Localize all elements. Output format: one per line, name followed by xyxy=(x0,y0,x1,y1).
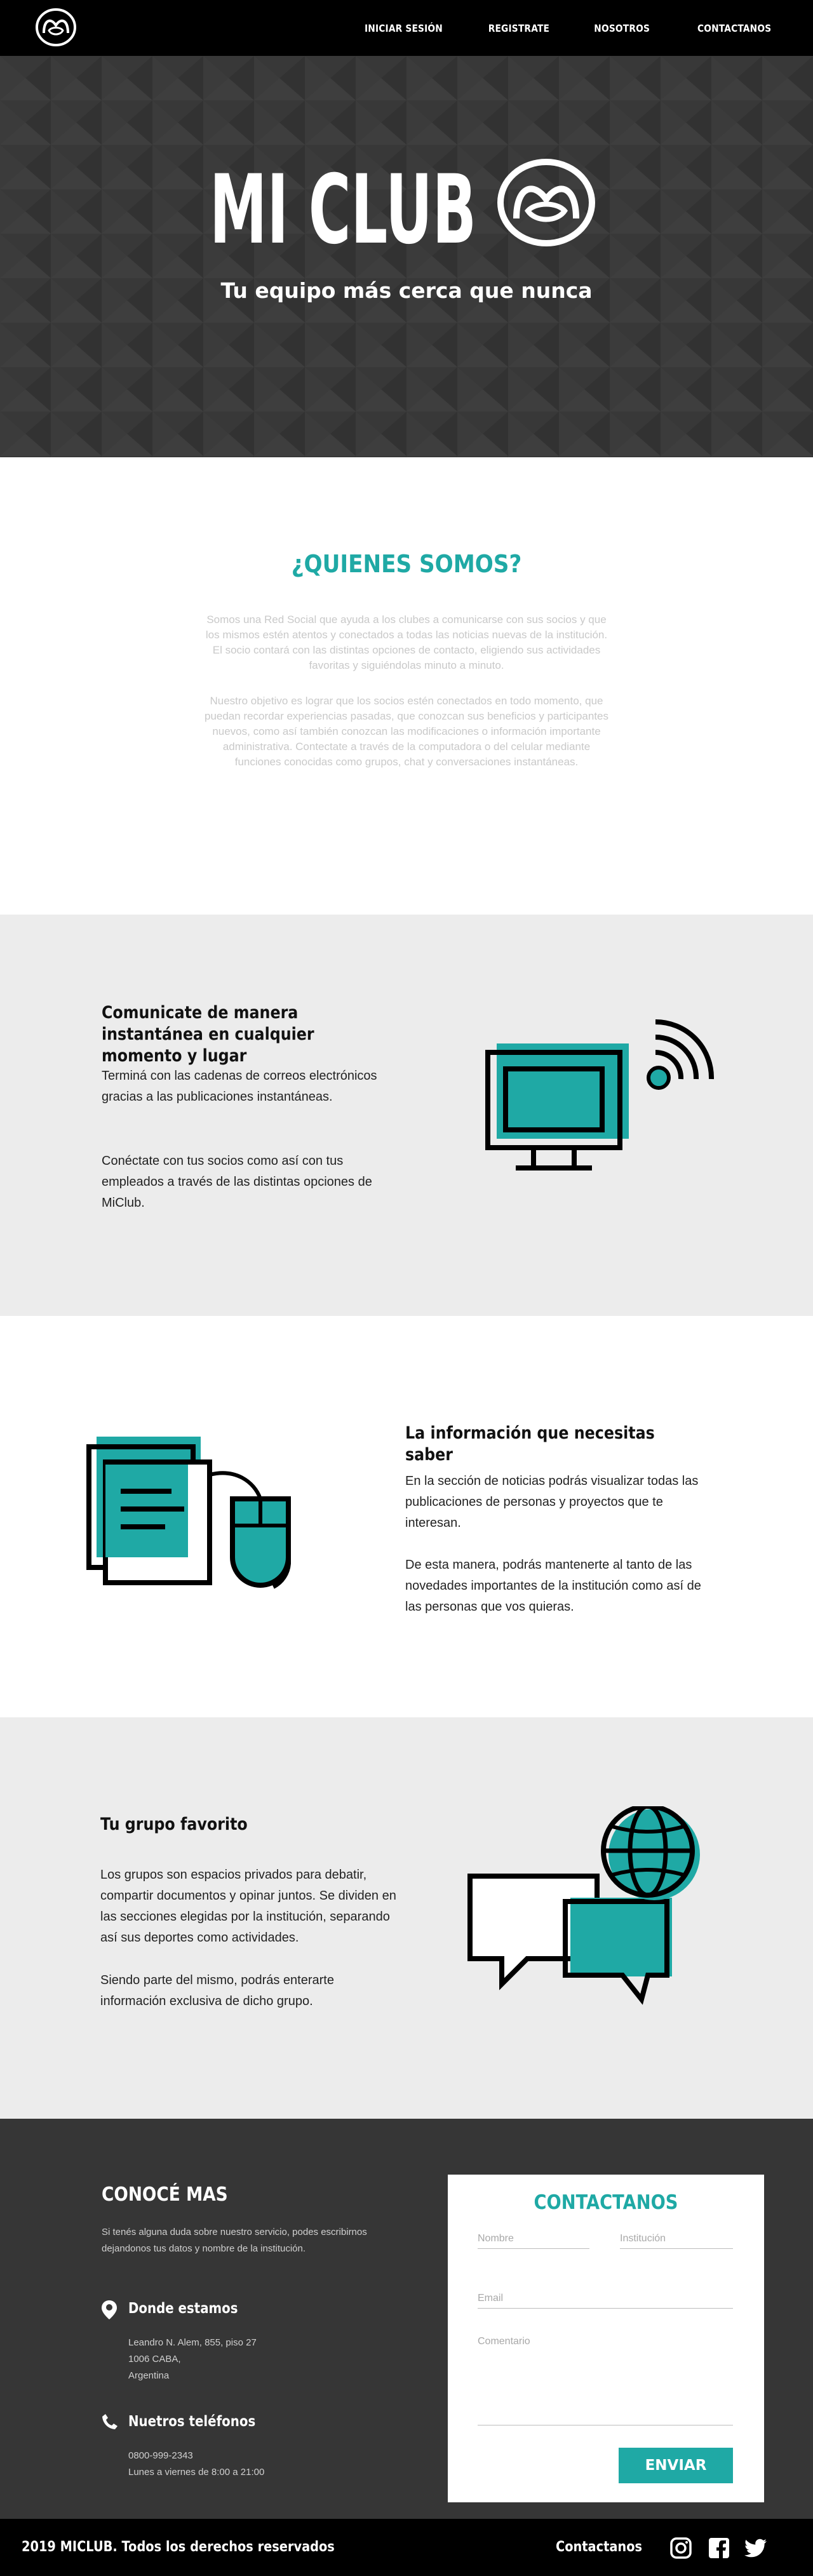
submit-button[interactable]: ENVIAR xyxy=(619,2448,733,2483)
feature-1-paragraph-2: Conéctate con tus socios como así con tu… xyxy=(102,1154,372,1210)
feature-1-title: Comunicate de manera instantánea en cual… xyxy=(102,1003,314,1066)
phone-hours: Lunes a viernes de 8:00 a 21:00 xyxy=(128,2467,265,2478)
hero-background-pattern xyxy=(0,56,813,457)
feature-3-paragraph-2: Siendo parte del mismo, podrás enterarte… xyxy=(100,1973,334,2008)
feature-news: La información que necesitas saber En la… xyxy=(0,1316,813,1717)
nav-contact-link[interactable]: CONTACTANOS xyxy=(697,22,771,34)
feature-3-title: Tu grupo favorito xyxy=(100,1815,248,1834)
hero-brand-text: MI CLUB xyxy=(210,155,476,257)
footer-bar: 2019 MICLUB. Todos los derechos reservad… xyxy=(0,2519,813,2576)
feature-3-paragraph-1: Los grupos son espacios privados para de… xyxy=(100,1868,396,1945)
about-paragraph-2: Nuestro objetivo es lograr que los socio… xyxy=(204,695,608,768)
copyright-text: 2019 MICLUB. Todos los derechos reservad… xyxy=(22,2539,335,2555)
nav-register-link[interactable]: REGISTRATE xyxy=(488,22,549,34)
feature-2-paragraph-2: De esta manera, podrás mantenerte al tan… xyxy=(405,1558,701,1614)
contact-title: CONOCÉ MAS xyxy=(102,2184,228,2206)
top-navbar: INICIAR SESIÓN REGISTRATE NOSOTROS CONTA… xyxy=(0,0,813,56)
instagram-icon[interactable] xyxy=(669,2537,692,2559)
feature-2-paragraph-1: En la sección de noticias podrás visuali… xyxy=(405,1474,699,1530)
about-title: ¿QUIENES SOMOS? xyxy=(291,550,522,578)
address-line-2: 1006 CABA, xyxy=(128,2354,181,2365)
phone-number: 0800-999-2343 xyxy=(128,2450,193,2461)
nav-login-link[interactable]: INICIAR SESIÓN xyxy=(365,22,443,34)
twitter-icon[interactable] xyxy=(744,2537,767,2559)
location-title: Donde estamos xyxy=(128,2300,238,2317)
hero-brand-logo: MI CLUB xyxy=(210,155,595,257)
hero-brand-icon xyxy=(497,159,595,246)
feature-1-paragraph-1: Terminá con las cadenas de correos elect… xyxy=(102,1069,377,1104)
contact-intro: Si tenés alguna duda sobre nuestro servi… xyxy=(102,2227,367,2254)
nav-about-link[interactable]: NOSOTROS xyxy=(594,22,650,34)
contact-form-title: CONTACTANOS xyxy=(534,2191,678,2214)
address-line-3: Argentina xyxy=(128,2370,170,2381)
phone-block: 0800-999-2343 Lunes a viernes de 8:00 a … xyxy=(128,2448,264,2481)
chat-globe-icon xyxy=(467,1806,700,2005)
institution-field[interactable] xyxy=(620,2233,733,2249)
documents-mouse-icon xyxy=(86,1437,291,1589)
comment-field[interactable] xyxy=(478,2336,733,2425)
monitor-wifi-icon xyxy=(485,1019,715,1171)
nav-links: INICIAR SESIÓN REGISTRATE NOSOTROS CONTA… xyxy=(316,0,771,56)
footer-contact-link[interactable]: Contactanos xyxy=(556,2519,642,2576)
location-pin-icon xyxy=(102,2300,117,2319)
name-field[interactable] xyxy=(478,2233,589,2249)
hero-tagline: Tu equipo más cerca que nunca xyxy=(220,278,593,303)
feature-groups: Tu grupo favorito Los grupos son espacio… xyxy=(0,1717,813,2119)
feature-instant-communication: Comunicate de manera instantánea en cual… xyxy=(0,915,813,1316)
address-line-1: Leandro N. Alem, 855, piso 27 xyxy=(128,2337,257,2348)
hero-section: MI CLUB Tu equipo más cerca que nunca xyxy=(0,56,813,457)
phone-title: Nuetros teléfonos xyxy=(128,2413,256,2430)
address-block: Leandro N. Alem, 855, piso 27 1006 CABA,… xyxy=(128,2335,257,2384)
about-section: ¿QUIENES SOMOS? Somos una Red Social que… xyxy=(0,457,813,915)
contact-form: CONTACTANOS ENVIAR xyxy=(448,2175,764,2502)
miclub-logo-icon[interactable] xyxy=(35,8,77,47)
feature-2-title: La información que necesitas saber xyxy=(405,1423,655,1465)
email-field[interactable] xyxy=(478,2293,733,2309)
facebook-icon[interactable] xyxy=(708,2537,730,2559)
contact-section: CONOCÉ MAS Si tenés alguna duda sobre nu… xyxy=(0,2119,813,2519)
about-paragraph-1: Somos una Red Social que ayuda a los clu… xyxy=(205,614,608,671)
phone-icon xyxy=(102,2414,118,2429)
